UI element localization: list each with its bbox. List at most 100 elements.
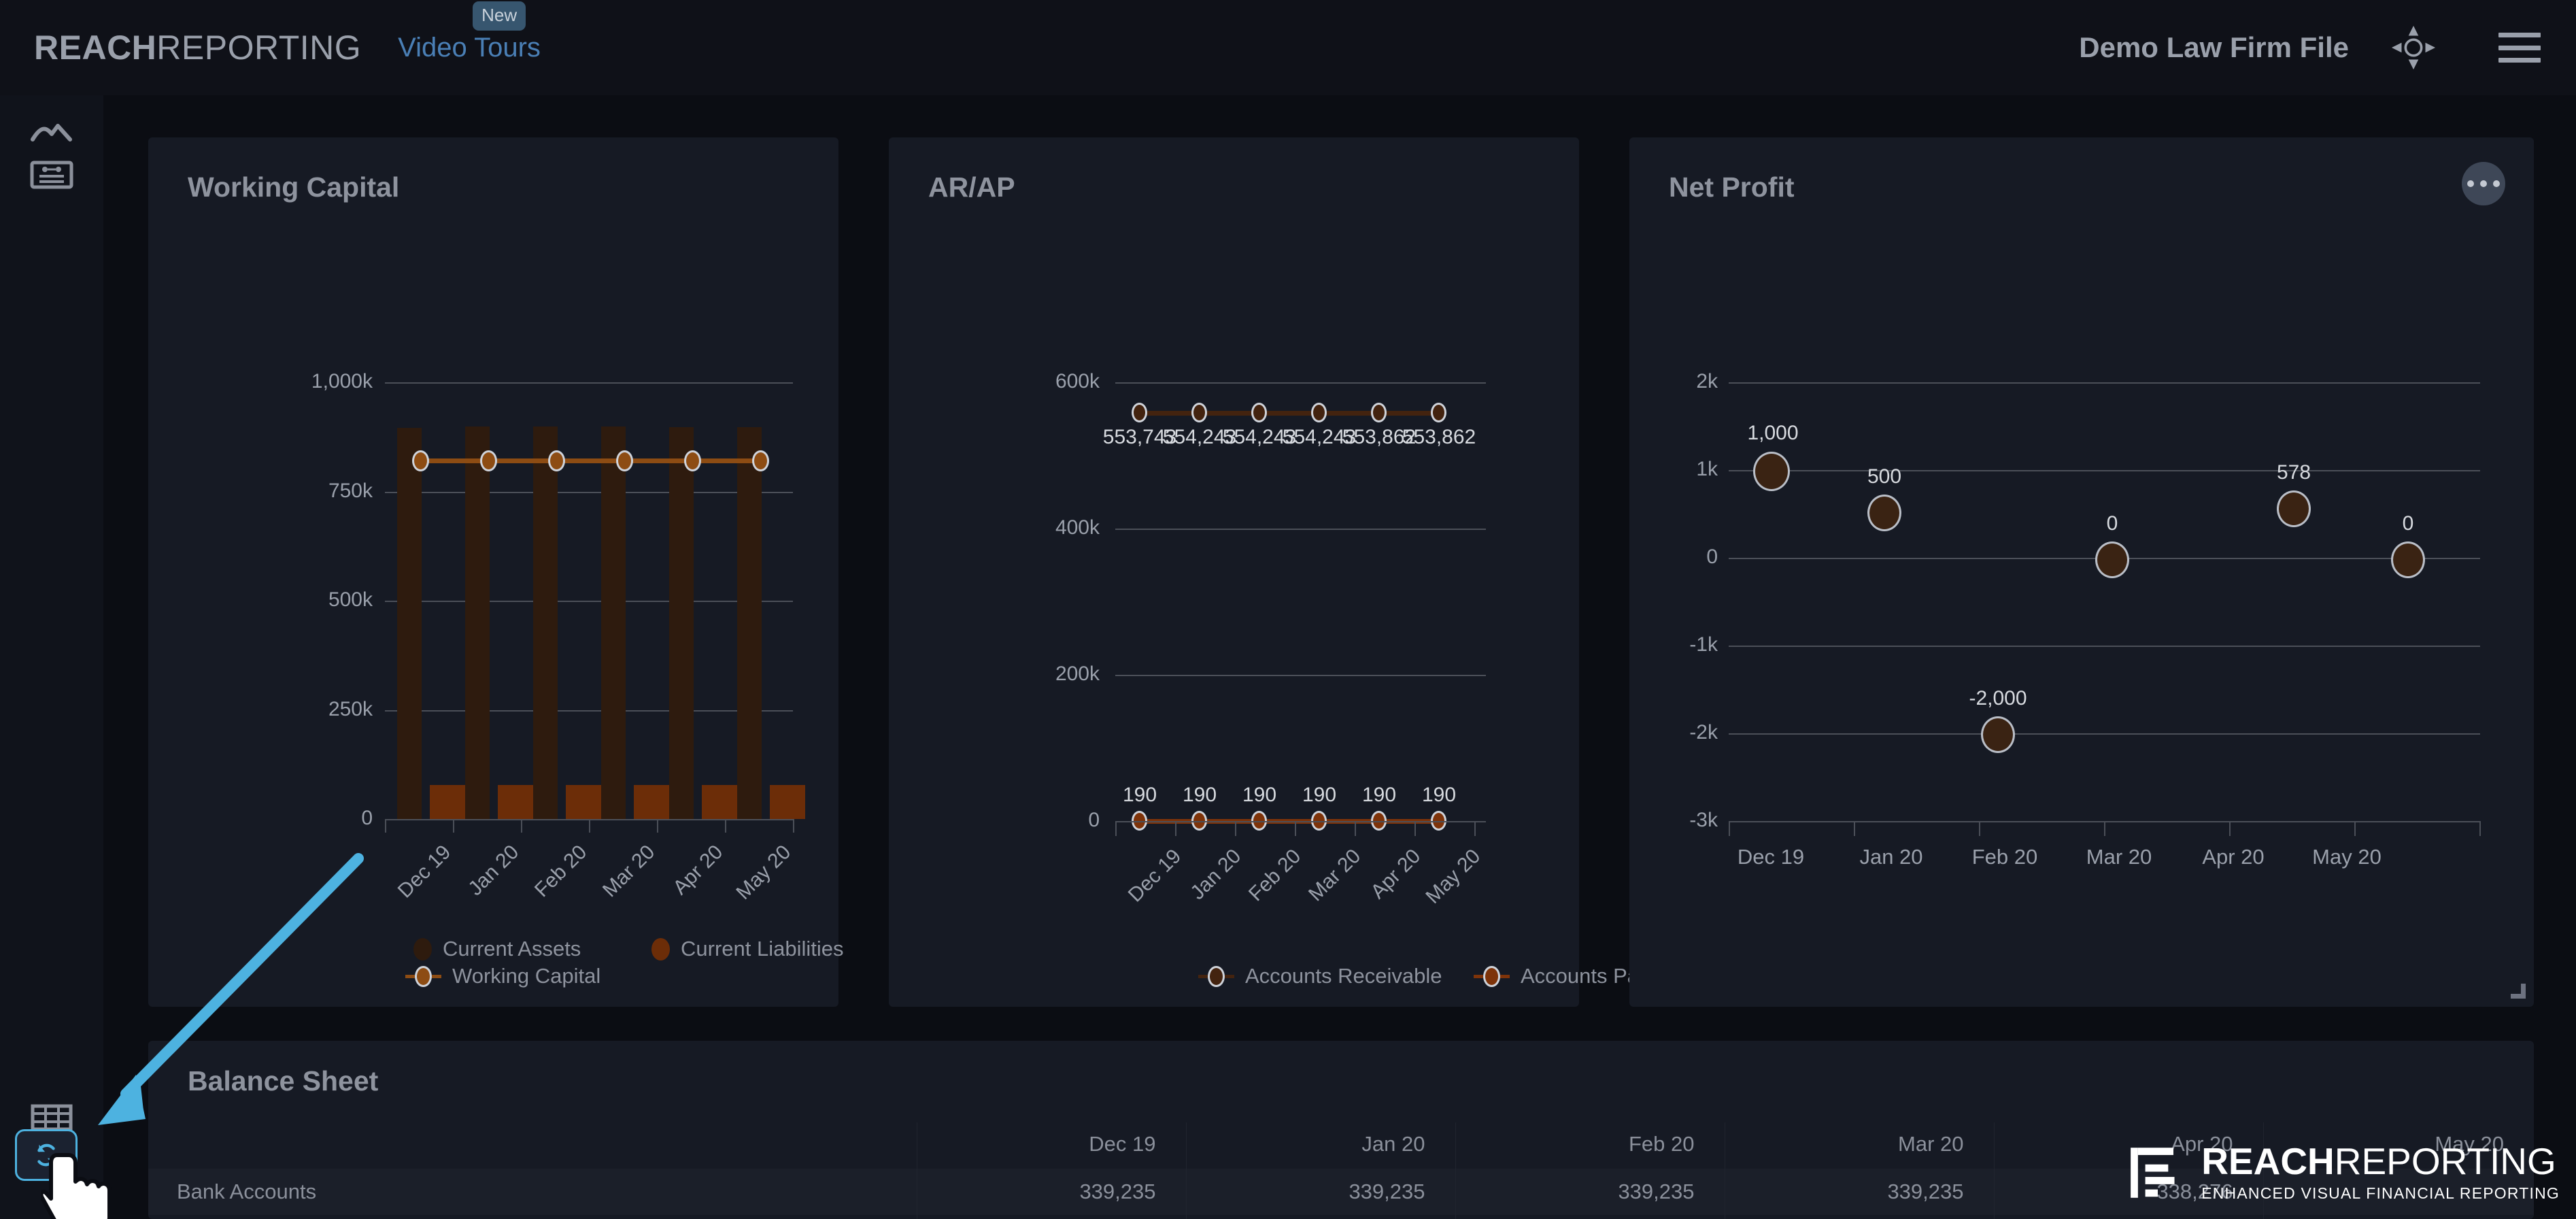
app-header: REACH REPORTING Video Tours New Demo Law …	[0, 0, 2576, 95]
data-point-ar	[1371, 403, 1387, 422]
x-tick	[793, 819, 794, 833]
hamburger-bar	[2498, 45, 2541, 50]
legend-swatch	[1198, 965, 1234, 987]
y-tick-label: 0	[361, 807, 373, 829]
gridline	[1115, 675, 1486, 676]
x-tick	[1115, 821, 1117, 836]
y-tick-label: -1k	[1689, 633, 1718, 656]
brand-logo[interactable]: REACH REPORTING	[34, 28, 361, 67]
legend-item-current-assets[interactable]: Current Assets	[413, 937, 581, 961]
x-tick	[2104, 821, 2105, 836]
hamburger-menu-icon[interactable]	[2498, 33, 2541, 63]
gridline	[385, 601, 793, 602]
data-point	[616, 450, 633, 471]
bar-current-liabilities	[634, 785, 669, 819]
x-tick-label: Mar 20	[598, 841, 660, 902]
data-label-net-profit: 578	[2276, 461, 2311, 484]
x-tick	[1175, 821, 1176, 836]
new-badge: New	[473, 1, 526, 31]
legend-label: Current Assets	[443, 937, 581, 961]
data-point-ar	[1431, 403, 1446, 422]
y-tick-label: -3k	[1689, 809, 1718, 831]
x-tick	[1414, 821, 1416, 836]
gridline	[1729, 733, 2480, 735]
bar-current-liabilities	[770, 785, 805, 819]
x-tick-label: Apr 20	[668, 841, 728, 899]
data-label-ap: 190	[1421, 784, 1457, 806]
sidebar-item-reports[interactable]	[0, 137, 103, 212]
row-label: Accounts Receivable	[148, 1215, 917, 1219]
cell-value: 553,743	[916, 1215, 1186, 1219]
data-point-net-profit	[2391, 541, 2425, 578]
x-tick	[657, 819, 658, 833]
header-right-group: Demo Law Firm File	[2079, 24, 2576, 71]
cursor-pointer-hand	[41, 1153, 112, 1219]
y-tick-label: 200k	[1055, 663, 1100, 685]
legend-label: Accounts Receivable	[1245, 964, 1442, 988]
cell-value: 554,243	[1185, 1215, 1455, 1219]
x-tick	[385, 819, 386, 833]
net-profit-card[interactable]: Net Profit 2k 1k 0 -1k -2k -3k 1,000 500…	[1629, 137, 2534, 1007]
y-tick-label: 400k	[1055, 516, 1100, 539]
y-tick-label: 0	[1088, 809, 1100, 831]
gridline	[385, 492, 793, 493]
watermark-brand-light: REPORTING	[2334, 1140, 2556, 1182]
gridline	[1729, 382, 2480, 384]
data-label-net-profit: 0	[2402, 512, 2414, 535]
data-label-net-profit: 0	[2106, 512, 2118, 535]
y-tick-label: -2k	[1689, 721, 1718, 744]
x-tick	[2229, 821, 2231, 836]
cell-value: 339,235	[1455, 1169, 1725, 1215]
column-header: Dec 19	[916, 1122, 1186, 1169]
row-label: Bank Accounts	[148, 1169, 917, 1215]
balance-sheet-title: Balance Sheet	[188, 1065, 379, 1097]
data-point-net-profit	[2277, 490, 2311, 527]
y-tick-label: 1,000k	[311, 370, 373, 393]
brand-logo-bold: REACH	[34, 29, 157, 67]
cell-value	[2263, 1215, 2534, 1219]
x-tick	[2354, 821, 2356, 836]
data-point-net-profit	[1981, 716, 2015, 753]
sun-icon[interactable]	[2390, 24, 2437, 71]
legend-item-working-capital[interactable]: Working Capital	[405, 964, 600, 988]
working-capital-card[interactable]: Working Capital 1,000k 750k 500k 250k 0	[148, 137, 844, 1007]
column-header	[148, 1122, 917, 1169]
x-tick-label: Dec 19	[1737, 845, 1805, 869]
data-label-ar: 553,862	[1402, 426, 1476, 448]
y-tick-label: 1k	[1696, 458, 1718, 480]
left-sidebar	[0, 95, 103, 1219]
y-tick-label: 500k	[328, 588, 373, 611]
legend-item-accounts-receivable[interactable]: Accounts Receivable	[1198, 964, 1442, 988]
bar-current-liabilities	[566, 785, 601, 819]
y-tick-label: 600k	[1055, 370, 1100, 393]
x-tick	[1474, 821, 1476, 836]
bar-current-assets	[397, 428, 422, 819]
brand-logo-light: REPORTING	[156, 29, 362, 67]
video-tours-link[interactable]: Video Tours New	[398, 1, 541, 63]
data-point-net-profit	[1867, 495, 1901, 531]
x-tick-label: Mar 20	[2086, 845, 2152, 869]
x-tick-label: Feb 20	[1971, 845, 2038, 869]
ar-ap-card[interactable]: AR/AP 600k 400k 200k 0 553,743 554,243 5…	[889, 137, 1689, 1007]
cell-value: 339,235	[916, 1169, 1186, 1215]
x-tick-label: Jan 20	[464, 841, 524, 901]
bar-current-assets	[465, 427, 490, 819]
x-tick	[1979, 821, 1980, 836]
x-tick	[453, 819, 454, 833]
report-clipboard-icon	[30, 161, 73, 189]
data-point	[480, 450, 497, 471]
x-tick-label: May 20	[2312, 845, 2382, 869]
x-tick-label: Apr 20	[2202, 845, 2265, 869]
table-row[interactable]: Accounts Receivable 553,743 554,243 554,…	[148, 1215, 2534, 1219]
bar-current-assets	[669, 427, 694, 819]
legend-item-current-liabilities[interactable]: Current Liabilities	[651, 937, 844, 961]
dashboard-canvas: Working Capital 1,000k 750k 500k 250k 0	[103, 95, 2576, 1219]
y-tick-label: 2k	[1696, 370, 1718, 393]
x-tick	[589, 819, 590, 833]
cell-value: 339,235	[1185, 1169, 1455, 1215]
watermark-brand-bold: REACH	[2201, 1140, 2335, 1182]
x-tick	[2479, 821, 2481, 836]
x-tick	[1729, 821, 1730, 836]
working-capital-plot: 1,000k 750k 500k 250k 0 Dec 19 Jan 20 Fe…	[148, 137, 838, 1007]
data-point-ar	[1132, 403, 1147, 422]
